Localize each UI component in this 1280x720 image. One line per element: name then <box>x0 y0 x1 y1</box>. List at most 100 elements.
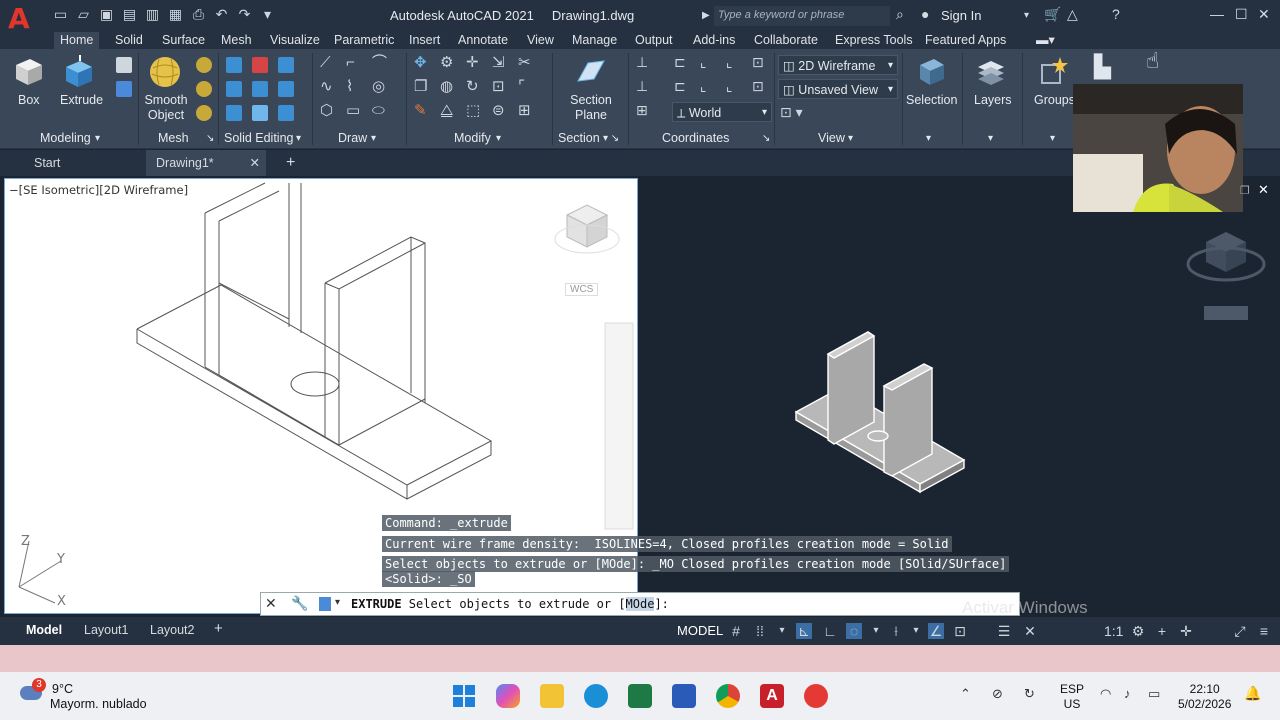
new-tab-icon[interactable]: + <box>276 150 305 176</box>
ribbon-minimize-icon[interactable]: ▬▾ <box>1030 32 1061 49</box>
view-cube-dark[interactable] <box>1186 232 1266 320</box>
save-icon[interactable]: ▣ <box>98 6 115 23</box>
wcs-badge[interactable]: WCS <box>565 283 599 296</box>
notifications-bell-icon[interactable]: 🔔 <box>1244 685 1261 702</box>
tab-model[interactable]: Model <box>26 623 62 637</box>
sign-in-button[interactable]: Sign In <box>941 8 981 23</box>
panel-section[interactable]: Section <box>558 131 600 145</box>
copilot-icon[interactable] <box>496 684 520 708</box>
extract-edges-icon[interactable] <box>278 57 294 73</box>
touch-mode-icon[interactable]: ☝ <box>1146 50 1159 72</box>
ortho-icon[interactable]: ⊾ <box>796 623 812 639</box>
search-input[interactable]: Type a keyword or phrase <box>714 6 890 26</box>
tab-annotate[interactable]: Annotate <box>452 32 514 49</box>
tab-drawing1[interactable]: Drawing1* ✕ <box>146 150 266 176</box>
tab-add-ins[interactable]: Add-ins <box>687 32 741 49</box>
arc-icon[interactable]: ⌒ <box>372 55 387 70</box>
presspull-icon[interactable] <box>116 57 132 73</box>
polysolid-icon[interactable] <box>116 81 132 97</box>
array-icon[interactable]: ⚙ <box>440 55 453 70</box>
mesh-smooth-more-icon[interactable] <box>196 57 212 73</box>
panel-view[interactable]: View <box>818 131 845 145</box>
snap-icon[interactable]: ⁞⁞ <box>752 623 768 639</box>
polar-icon[interactable]: ∟ <box>822 623 838 639</box>
section-dropdown-icon[interactable]: ▾ ↘ <box>603 131 619 146</box>
extrude-faces-icon[interactable] <box>278 81 294 97</box>
ucs-world-icon[interactable]: ⊏ <box>674 55 686 70</box>
add-layout-icon[interactable]: + <box>214 620 223 637</box>
panel-solid-editing[interactable]: Solid Editing <box>224 131 294 145</box>
solid-editing-dropdown-icon[interactable]: ▾ <box>296 131 301 146</box>
edge-icon[interactable] <box>584 684 608 708</box>
osnap-icon[interactable]: ◌ <box>846 623 862 639</box>
spline-icon[interactable]: ∿ <box>320 79 333 94</box>
visual-style-select[interactable]: ◫ 2D Wireframe ▾ <box>778 55 898 75</box>
extrude-button[interactable]: Extrude <box>60 93 103 108</box>
utilities-icon[interactable]: ▙ <box>1094 56 1111 78</box>
command-prompt[interactable]: EXTRUDE Select objects to extrude or [MO… <box>351 597 669 611</box>
help-icon[interactable]: ? <box>1112 6 1120 22</box>
plot-icon[interactable]: ⎙ <box>190 6 207 23</box>
tab-manage[interactable]: Manage <box>566 32 623 49</box>
chrome-icon[interactable] <box>716 684 740 708</box>
volume-icon[interactable]: ♪ <box>1124 686 1131 701</box>
ucs-y-icon[interactable]: ⌞ <box>700 79 707 94</box>
tab-layout1[interactable]: Layout1 <box>84 623 128 637</box>
interfere-icon[interactable] <box>226 105 242 121</box>
system-clock[interactable]: 22:10 5/02/2026 <box>1178 682 1231 712</box>
customization-menu-icon[interactable]: ≡ <box>1256 623 1272 639</box>
maximize-icon[interactable]: ☐ <box>1235 6 1248 23</box>
ellipse-icon[interactable]: ⬭ <box>372 103 385 118</box>
tab-mesh[interactable]: Mesh <box>215 32 258 49</box>
layers-icon[interactable] <box>974 55 1008 89</box>
close-command-line-icon[interactable]: ✕ <box>265 595 277 612</box>
polyline-edit-icon[interactable]: ⌇ <box>346 79 353 94</box>
tab-insert[interactable]: Insert <box>403 32 446 49</box>
units-icon[interactable]: ✛ <box>1178 623 1194 639</box>
tab-solid[interactable]: Solid <box>109 32 149 49</box>
web-save-icon[interactable]: ▦ <box>167 6 184 23</box>
save-as-icon[interactable]: ▤ <box>121 6 138 23</box>
cart-icon[interactable]: 🛒 <box>1044 6 1061 23</box>
web-open-icon[interactable]: ▥ <box>144 6 161 23</box>
tab-featured-apps[interactable]: Featured Apps <box>919 32 1012 49</box>
ucs-face-icon[interactable]: ⊏ <box>674 79 686 94</box>
file-explorer-icon[interactable] <box>540 684 564 708</box>
show-hidden-icons-icon[interactable]: ⌃ <box>960 686 971 702</box>
weather-icon[interactable]: 3 <box>20 678 46 700</box>
navigation-bar[interactable] <box>604 322 634 530</box>
otrack-icon[interactable]: ⟊ <box>888 623 904 639</box>
groups-icon[interactable] <box>1036 55 1070 89</box>
layers-dropdown-icon[interactable]: ▾ <box>988 131 993 146</box>
close-tab-icon[interactable]: ✕ <box>250 150 260 176</box>
extrude-icon[interactable] <box>62 55 96 89</box>
ucs-icon[interactable]: ⊥ <box>636 55 648 70</box>
word-icon[interactable] <box>672 684 696 708</box>
union-icon[interactable] <box>226 57 242 73</box>
panel-modeling[interactable]: Modeling <box>40 131 91 145</box>
minimize-icon[interactable]: — <box>1210 6 1224 22</box>
rotate-icon[interactable]: ↻ <box>466 79 479 94</box>
ucs-icon-props-icon[interactable]: ⊡ <box>752 79 764 94</box>
selection-button[interactable]: Selection <box>906 93 957 108</box>
fillet-icon[interactable]: ⌜ <box>518 79 525 94</box>
a360-icon[interactable]: △ <box>1067 6 1078 23</box>
box-icon[interactable] <box>12 55 46 89</box>
view-select[interactable]: ◫ Unsaved View ▾ <box>778 79 898 99</box>
annotation-icon[interactable]: ✕ <box>1022 623 1038 639</box>
grid-icon[interactable]: # <box>728 623 744 639</box>
groups-dropdown-icon[interactable]: ▾ <box>1050 131 1055 146</box>
view-dropdown-icon[interactable]: ▾ <box>848 131 853 146</box>
language-indicator[interactable]: ESP US <box>1060 682 1084 712</box>
tab-layout2[interactable]: Layout2 <box>150 623 194 637</box>
qat-dropdown-icon[interactable]: ▾ <box>259 6 276 23</box>
workspace-gear-icon[interactable]: ⚙ <box>1130 623 1146 639</box>
tab-parametric[interactable]: Parametric <box>328 32 400 49</box>
sign-in-dropdown-icon[interactable]: ▾ <box>1024 10 1029 21</box>
panel-coordinates[interactable]: Coordinates <box>662 131 729 145</box>
coordinates-launcher-icon[interactable]: ↘ <box>762 131 770 146</box>
slice-icon[interactable] <box>252 105 268 121</box>
modify-dropdown-icon[interactable]: ▾ <box>496 131 501 146</box>
lineweight-icon[interactable]: ∠ <box>928 623 944 639</box>
ucs-origin-icon[interactable]: ⌞ <box>700 55 707 70</box>
